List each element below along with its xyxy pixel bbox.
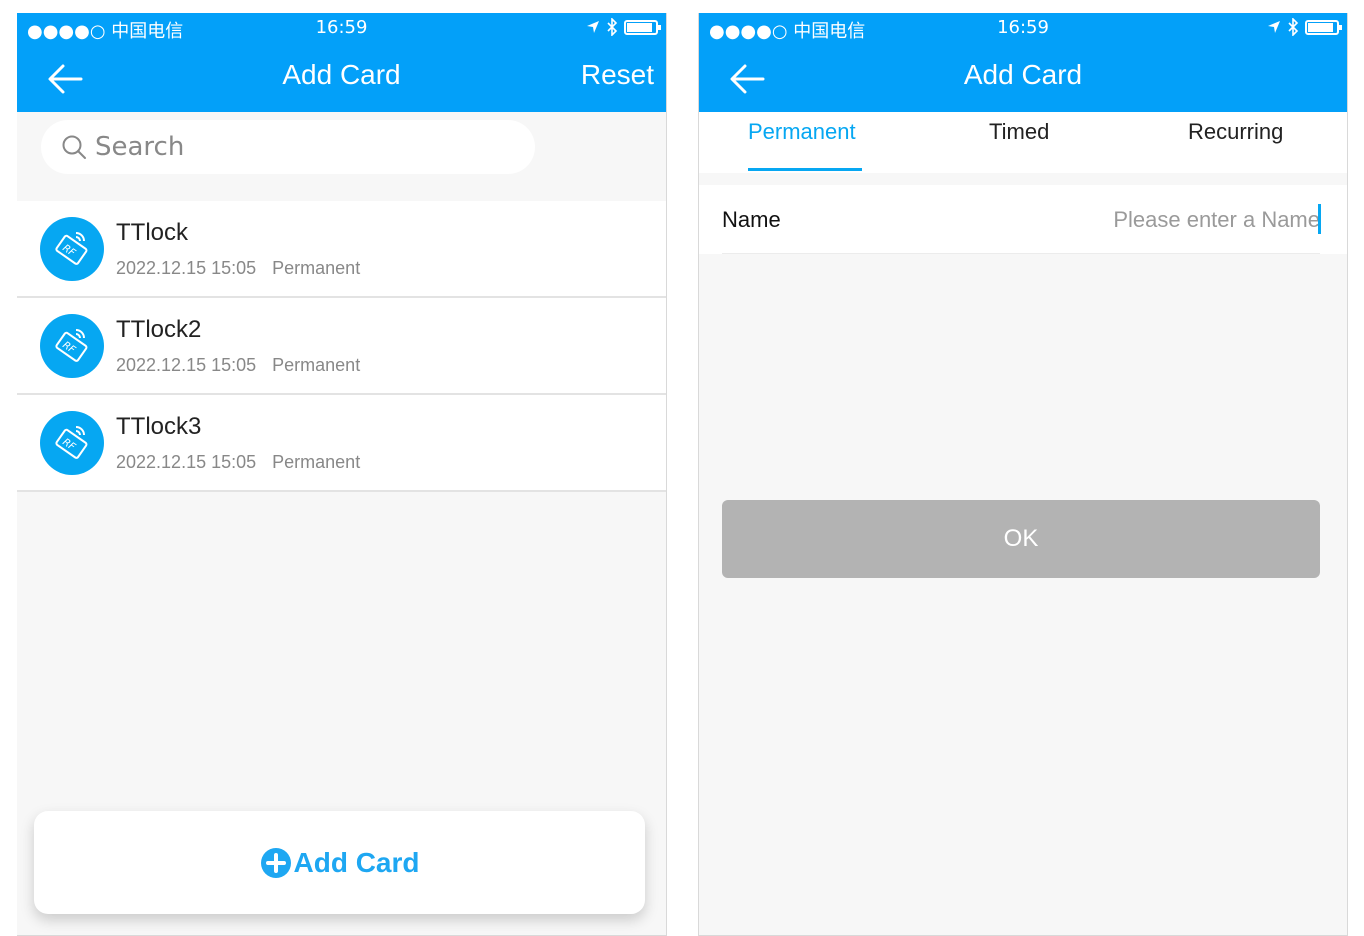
- card-type: Permanent: [272, 258, 361, 278]
- rf-card-icon: RF: [40, 217, 104, 281]
- list-item[interactable]: RF TTlock3 2022.12.15 15:05 Permanent: [17, 395, 666, 492]
- list-item[interactable]: RF TTlock 2022.12.15 15:05 Permanent: [17, 201, 666, 298]
- rf-card-icon: RF: [40, 411, 104, 475]
- svg-text:RF: RF: [60, 340, 77, 356]
- card-date: 2022.12.15 15:05: [116, 355, 257, 375]
- card-meta: 2022.12.15 15:05 Permanent: [116, 258, 360, 279]
- tab-permanent[interactable]: Permanent: [748, 119, 856, 145]
- add-card-label: Add Card: [293, 846, 420, 878]
- svg-text:RF: RF: [60, 437, 77, 453]
- name-row: Name: [699, 185, 1347, 254]
- card-list-screen: ●●●●○ 中国电信 16:59 Add Card Reset Search R…: [17, 13, 667, 936]
- page-title: Add Card: [963, 59, 1083, 90]
- rf-card-icon: RF: [40, 314, 104, 378]
- validity-tabs: Permanent Timed Recurring: [699, 112, 1347, 173]
- page-title: Add Card: [282, 59, 401, 90]
- tab-recurring[interactable]: Recurring: [1188, 119, 1283, 145]
- search-icon: [62, 135, 86, 159]
- list-item[interactable]: RF TTlock2 2022.12.15 15:05 Permanent: [17, 298, 666, 395]
- text-cursor: [1318, 204, 1321, 234]
- card-date: 2022.12.15 15:05: [116, 452, 257, 472]
- location-icon: [587, 21, 599, 33]
- card-name: TTlock: [116, 219, 188, 246]
- tab-timed[interactable]: Timed: [989, 119, 1049, 145]
- card-type: Permanent: [272, 452, 361, 472]
- card-list: RF TTlock 2022.12.15 15:05 Permanent RF: [17, 201, 666, 492]
- reset-button[interactable]: Reset: [581, 59, 654, 91]
- name-field[interactable]: [1060, 205, 1320, 235]
- ok-button[interactable]: OK: [722, 500, 1320, 578]
- active-tab-indicator: [748, 168, 862, 171]
- status-time: 16:59: [997, 17, 1049, 38]
- add-card-form-screen: ●●●●○ 中国电信 16:59 Add Card Permanent Time…: [698, 13, 1348, 936]
- nav-bar: Add Card: [699, 43, 1347, 112]
- card-date: 2022.12.15 15:05: [116, 258, 257, 278]
- battery-icon: [1305, 19, 1342, 35]
- divider: [722, 253, 1320, 254]
- card-meta: 2022.12.15 15:05 Permanent: [116, 452, 360, 473]
- name-label: Name: [722, 207, 781, 232]
- nav-bar: Add Card Reset: [17, 43, 666, 112]
- bluetooth-icon: [1288, 18, 1299, 36]
- card-type: Permanent: [272, 355, 361, 375]
- status-icons: [1267, 18, 1342, 36]
- status-bar: ●●●●○ 中国电信 16:59: [17, 13, 666, 43]
- card-name: TTlock3: [116, 413, 202, 440]
- add-card-button[interactable]: Add Card: [34, 811, 645, 914]
- status-time: 16:59: [315, 17, 368, 38]
- card-meta: 2022.12.15 15:05 Permanent: [116, 355, 360, 376]
- search-input[interactable]: Search: [41, 120, 535, 174]
- bluetooth-icon: [607, 18, 618, 36]
- battery-icon: [624, 19, 661, 35]
- status-bar: ●●●●○ 中国电信 16:59: [699, 13, 1347, 43]
- status-icons: [586, 18, 661, 36]
- svg-text:RF: RF: [60, 243, 77, 259]
- location-icon: [1268, 21, 1280, 33]
- card-name: TTlock2: [116, 316, 202, 343]
- plus-circle-icon: [260, 847, 291, 878]
- search-placeholder: Search: [95, 132, 185, 162]
